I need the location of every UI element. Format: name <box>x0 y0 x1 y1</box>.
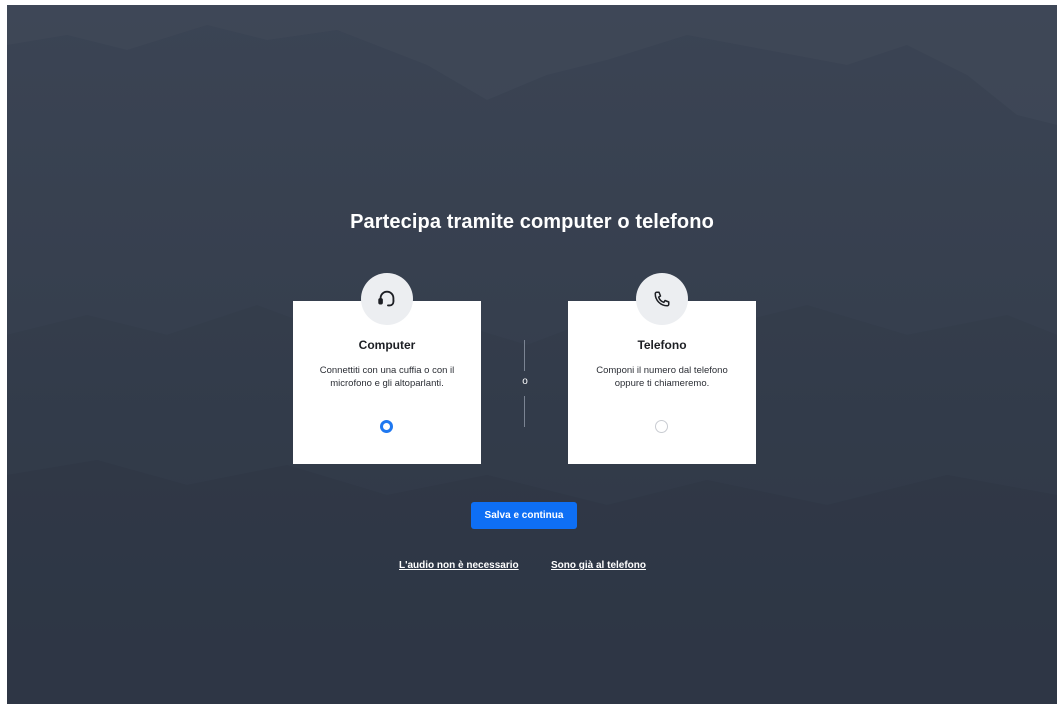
separator-line-bottom <box>524 396 525 427</box>
mountain-background <box>7 5 1057 704</box>
no-audio-link[interactable]: L'audio non è necessario <box>399 560 519 571</box>
separator-text: o <box>522 376 528 387</box>
save-continue-button[interactable]: Salva e continua <box>471 502 577 529</box>
computer-radio[interactable] <box>380 420 393 433</box>
phone-option-card[interactable]: Telefono Componi il numero dal telefono … <box>568 273 756 464</box>
audio-join-screen: Partecipa tramite computer o telefono Co… <box>7 5 1057 704</box>
computer-option-title: Computer <box>358 338 416 352</box>
phone-option-title: Telefono <box>637 338 687 352</box>
already-on-phone-link[interactable]: Sono già al telefono <box>551 560 646 571</box>
headset-icon <box>378 290 395 307</box>
page-title: Partecipa tramite computer o telefono <box>350 211 714 233</box>
computer-option-card[interactable]: Computer Connettiti con una cuffia o con… <box>293 273 481 464</box>
separator-line-top <box>524 340 525 371</box>
phone-radio[interactable] <box>655 420 668 433</box>
computer-option-description: Connettiti con una cuffia o con il micro… <box>319 365 455 389</box>
computer-badge <box>361 273 413 325</box>
phone-option-description: Componi il numero dal telefono oppure ti… <box>596 365 728 389</box>
phone-icon <box>654 291 670 307</box>
phone-badge <box>636 273 688 325</box>
